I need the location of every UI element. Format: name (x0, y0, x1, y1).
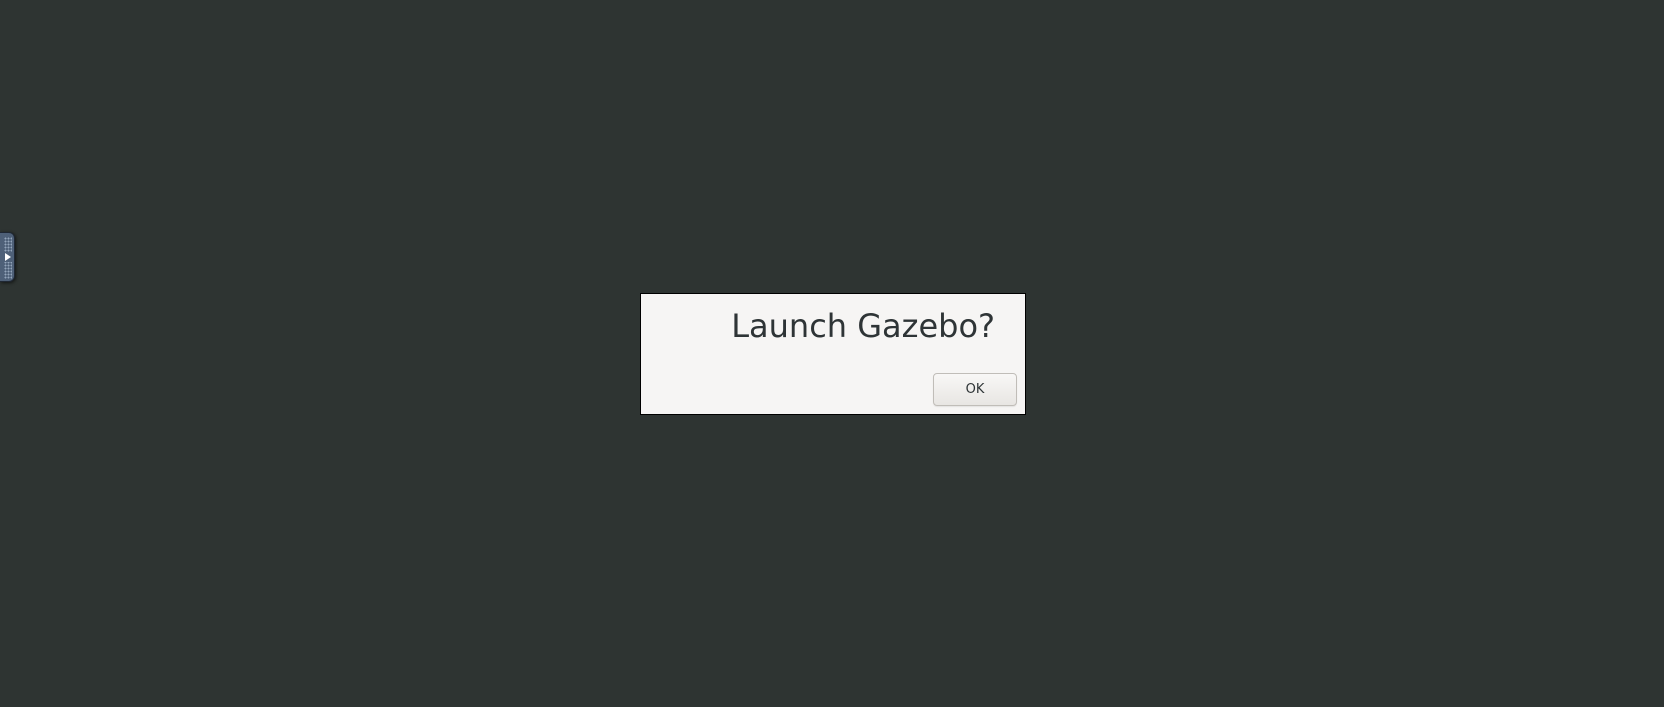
launch-dialog: Launch Gazebo? OK (640, 293, 1026, 415)
dialog-message: Launch Gazebo? (731, 307, 995, 345)
desktop: Launch Gazebo? OK (0, 0, 1664, 707)
ok-button[interactable]: OK (933, 373, 1017, 406)
expand-arrow-icon (4, 252, 12, 262)
control-panel-handle[interactable] (0, 232, 15, 282)
